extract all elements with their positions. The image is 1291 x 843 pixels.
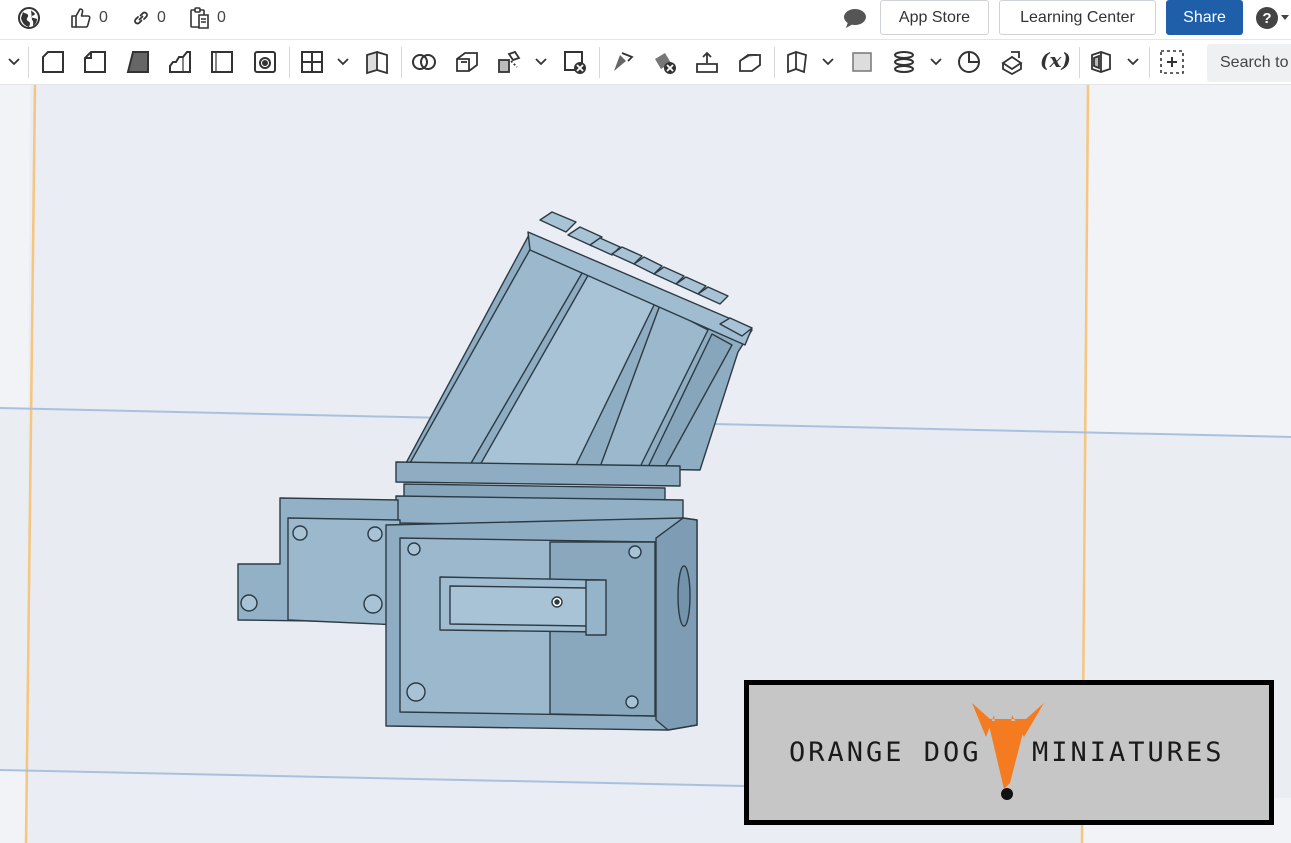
globe-icon[interactable] (17, 0, 41, 36)
chevron-down-icon[interactable] (534, 53, 548, 71)
link-icon (131, 8, 151, 28)
add-custom-feature-icon[interactable] (1159, 49, 1185, 75)
loft-icon[interactable] (209, 49, 235, 75)
section-view-icon[interactable] (1088, 49, 1114, 75)
fillet-icon[interactable] (299, 49, 325, 75)
comment-icon[interactable] (842, 0, 868, 36)
thumbs-up-icon (69, 6, 93, 30)
chevron-down-icon[interactable] (821, 53, 835, 71)
links-button[interactable]: 0 (131, 0, 166, 36)
helix-icon[interactable] (891, 49, 917, 75)
chevron-down-icon[interactable] (336, 53, 350, 71)
mate-connector-icon[interactable] (956, 49, 982, 75)
extrude-icon[interactable] (82, 49, 108, 75)
help-icon: ? (1255, 6, 1279, 30)
top-bar: 0 0 0 App Store Learning Center Share ? (0, 0, 1291, 40)
chamfer-icon[interactable] (364, 49, 390, 75)
delete-part-icon[interactable] (784, 49, 810, 75)
revolve-icon[interactable] (125, 49, 151, 75)
feature-toolbar: (x) Search to (0, 40, 1291, 85)
chevron-down-icon[interactable] (7, 53, 21, 71)
copies-count: 0 (217, 9, 226, 26)
sweep-icon[interactable] (167, 49, 193, 75)
like-button[interactable]: 0 (69, 0, 108, 36)
draft-icon[interactable] (411, 49, 437, 75)
help-menu[interactable]: ? (1255, 0, 1289, 36)
likes-count: 0 (99, 9, 108, 26)
measure-icon[interactable] (999, 49, 1025, 75)
toolbar-separator (1149, 47, 1150, 78)
sketch-icon[interactable] (40, 49, 66, 75)
logo-text-right: MINIATURES (1032, 737, 1225, 768)
toolbar-separator (599, 47, 600, 78)
copies-button[interactable]: 0 (189, 0, 226, 36)
toolbar-separator (401, 47, 402, 78)
learning-center-button[interactable]: Learning Center (999, 0, 1156, 35)
thicken-icon[interactable] (252, 49, 278, 75)
app-store-button[interactable]: App Store (880, 0, 989, 35)
pattern-icon[interactable] (562, 49, 588, 75)
toolbar-separator (1079, 47, 1080, 78)
toolbar-separator (28, 47, 29, 78)
toolbar-separator (774, 47, 775, 78)
variable-icon[interactable]: (x) (1040, 48, 1071, 72)
shell-icon[interactable] (454, 49, 480, 75)
plane-icon[interactable] (849, 49, 875, 75)
chevron-down-icon[interactable] (1126, 53, 1140, 71)
mirror-icon[interactable] (610, 49, 636, 75)
tool-search-input[interactable]: Search to (1207, 44, 1291, 82)
chevron-down-icon[interactable] (929, 53, 943, 71)
clipboard-icon (189, 6, 211, 30)
brand-logo: ORANGE DOG MINIATURES (744, 680, 1274, 825)
boolean-icon[interactable] (652, 49, 678, 75)
chevron-down-icon (1281, 15, 1289, 21)
logo-text-left: ORANGE DOG (789, 737, 982, 768)
toolbar-separator (289, 47, 290, 78)
share-button[interactable]: Share (1166, 0, 1243, 35)
svg-text:?: ? (1262, 10, 1271, 27)
links-count: 0 (157, 9, 166, 26)
hole-icon[interactable] (496, 49, 522, 75)
transform-icon[interactable] (737, 49, 763, 75)
split-icon[interactable] (694, 49, 720, 75)
graphics-viewport[interactable]: ORANGE DOG MINIATURES (0, 85, 1291, 843)
